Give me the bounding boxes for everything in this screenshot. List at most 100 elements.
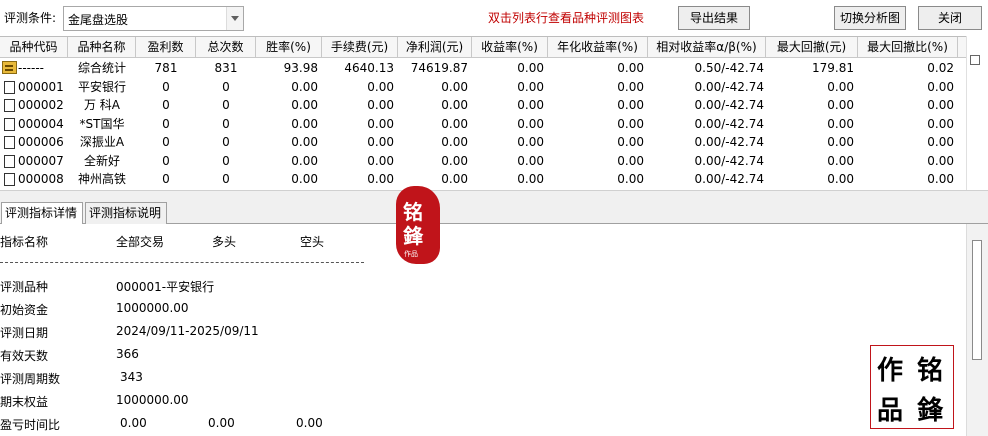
table-cell: 0 [162, 135, 170, 149]
table-cell: 0.00 [927, 172, 954, 186]
column-header[interactable]: 品种名称 [68, 37, 136, 57]
detail-scrollbar[interactable] [966, 224, 988, 436]
table-cell: 0.00 [827, 116, 854, 131]
table-cell: 93.98 [283, 61, 318, 75]
pane-splitter[interactable] [0, 190, 988, 200]
table-cell: 000006 [18, 135, 64, 149]
table-cell: 0 [162, 98, 170, 112]
table-cell: 全新好 [83, 153, 120, 168]
condition-select-value: 金尾盘选股 [68, 13, 129, 27]
table-cell: 0.00/-42.74 [694, 135, 764, 149]
column-header[interactable]: 手续费(元) [322, 37, 398, 57]
detail-value: 2024/09/11-2025/09/11 [116, 324, 259, 338]
detail-label: 盈亏时间比 [0, 418, 61, 432]
table-cell: 0.00 [517, 172, 544, 186]
column-header[interactable]: 年化收益率(%) [548, 37, 648, 57]
seal-char: 作 [877, 356, 904, 386]
column-header[interactable]: 最大回撤比(%) [858, 37, 958, 57]
table-cell: 0.00 [367, 116, 394, 131]
table-cell: 0.00 [927, 79, 954, 94]
detail-value: 1000000.00 [116, 301, 189, 315]
table-row[interactable]: 000008 神州高铁 0 0 0.00 0.00 0.00 0.00 0.00 0.00/-42… [0, 170, 966, 188]
table-cell: 0.00 [367, 98, 394, 112]
table-row[interactable]: 000007 全新好 0 0 0.00 0.00 0.00 0.00 0.00 0.00/-42.… [0, 152, 966, 170]
export-button[interactable]: 导出结果 [678, 6, 750, 30]
table-cell: 平安银行 [77, 79, 126, 94]
condition-label: 评测条件: [4, 11, 57, 25]
table-cell: 神州高铁 [77, 172, 126, 186]
table-cell: 000002 [18, 98, 64, 112]
chevron-down-icon[interactable] [226, 7, 243, 30]
table-cell: 781 [154, 61, 178, 75]
table-row[interactable]: 000001 平安银行 0 0 0.00 0.00 0.00 0.00 0.00 0.00/-42… [0, 78, 966, 96]
table-cell: 4640.13 [344, 61, 394, 75]
table-cell: 0.00 [617, 172, 644, 186]
column-header[interactable]: 相对收益率α/β(%) [648, 37, 766, 57]
table-cell: 0.00 [291, 172, 318, 186]
column-header[interactable]: 盈利数 [136, 37, 196, 57]
scrollbar-thumb[interactable] [972, 240, 982, 360]
results-grid: 品种代码 品种名称 盈利数 总次数 胜率(%) 手续费(元) 净利润(元) 收益… [0, 36, 966, 190]
grid-checkbox[interactable] [970, 55, 980, 65]
table-cell: 0 [222, 98, 230, 112]
tab-bar: 评测指标详情 评测指标说明 [0, 200, 988, 225]
detail-label: 评测周期数 [0, 372, 61, 386]
detail-value-all: 0.00 [120, 416, 147, 430]
red-seal-stamp: 铭 鋒 作品 [396, 186, 440, 264]
column-header[interactable]: 收益率(%) [472, 37, 548, 57]
table-cell: 0.00 [617, 135, 644, 149]
table-cell: 0.00 [617, 79, 644, 94]
document-icon [4, 154, 15, 168]
document-icon [4, 99, 15, 112]
tab-metrics-help[interactable]: 评测指标说明 [85, 202, 167, 224]
table-cell: 0.00/-42.74 [694, 153, 764, 168]
column-header[interactable]: 最大回撤(元) [766, 37, 858, 57]
table-cell: 0.00 [291, 98, 318, 112]
table-cell: 0.00 [367, 153, 394, 168]
table-cell: 0.00 [617, 116, 644, 131]
document-icon [4, 80, 15, 94]
table-cell: 0.00 [827, 135, 854, 149]
table-cell: 0.00 [827, 172, 854, 186]
tab-metrics-detail[interactable]: 评测指标详情 [1, 202, 83, 225]
detail-label: 有效天数 [0, 349, 49, 363]
table-cell: 0.00 [517, 135, 544, 149]
detail-value-long: 0.00 [208, 416, 235, 430]
table-cell: 0.00 [441, 153, 468, 168]
table-row[interactable]: 000004 *ST国华 0 0 0.00 0.00 0.00 0.00 0.00 0.00/-4… [0, 115, 966, 133]
table-cell: 0.00 [441, 172, 468, 186]
column-header[interactable]: 总次数 [196, 37, 256, 57]
table-row[interactable]: 000002 万 科A 0 0 0.00 0.00 0.00 0.00 0.00 0.00/-42… [0, 96, 966, 114]
close-button[interactable]: 关闭 [918, 6, 982, 30]
folder-icon [2, 61, 17, 74]
grid-header: 品种代码 品种名称 盈利数 总次数 胜率(%) 手续费(元) 净利润(元) 收益… [0, 37, 966, 58]
table-cell: 0.00 [441, 135, 468, 149]
document-icon [4, 136, 15, 149]
column-header[interactable]: 净利润(元) [398, 37, 472, 57]
document-icon [4, 173, 15, 186]
table-cell: 0.00/-42.74 [694, 172, 764, 186]
switch-chart-button[interactable]: 切换分析图 [834, 6, 906, 30]
seal-char: 鋒 [917, 396, 944, 426]
column-header[interactable]: 品种代码 [0, 37, 68, 57]
detail-header-all: 全部交易 [116, 235, 165, 249]
seal-char: 鋒 [403, 224, 423, 248]
table-row[interactable]: 000006 深振业A 0 0 0.00 0.00 0.00 0.00 0.00 0.00/-42… [0, 133, 966, 151]
table-cell: ------ [18, 61, 44, 75]
table-cell: 0.00 [291, 79, 318, 94]
detail-label: 评测品种 [0, 280, 49, 294]
document-icon [4, 117, 15, 131]
table-cell: 0.00 [927, 116, 954, 131]
table-cell: 0.00 [367, 79, 394, 94]
table-cell: 0.02 [927, 61, 954, 75]
column-header[interactable]: 胜率(%) [256, 37, 322, 57]
table-row[interactable]: ------ 综合统计 781 831 93.98 4640.13 74619.87 0.00… [0, 59, 966, 77]
table-cell: 000007 [18, 153, 64, 168]
table-cell: 0.00 [367, 135, 394, 149]
table-cell: 0.00 [927, 135, 954, 149]
table-cell: *ST国华 [79, 116, 125, 131]
table-cell: 0.00/-42.74 [694, 116, 764, 131]
table-cell: 179.81 [812, 61, 854, 75]
hint-text: 双击列表行查看品种评测图表 [488, 11, 645, 25]
condition-select[interactable]: 金尾盘选股 [63, 6, 244, 31]
